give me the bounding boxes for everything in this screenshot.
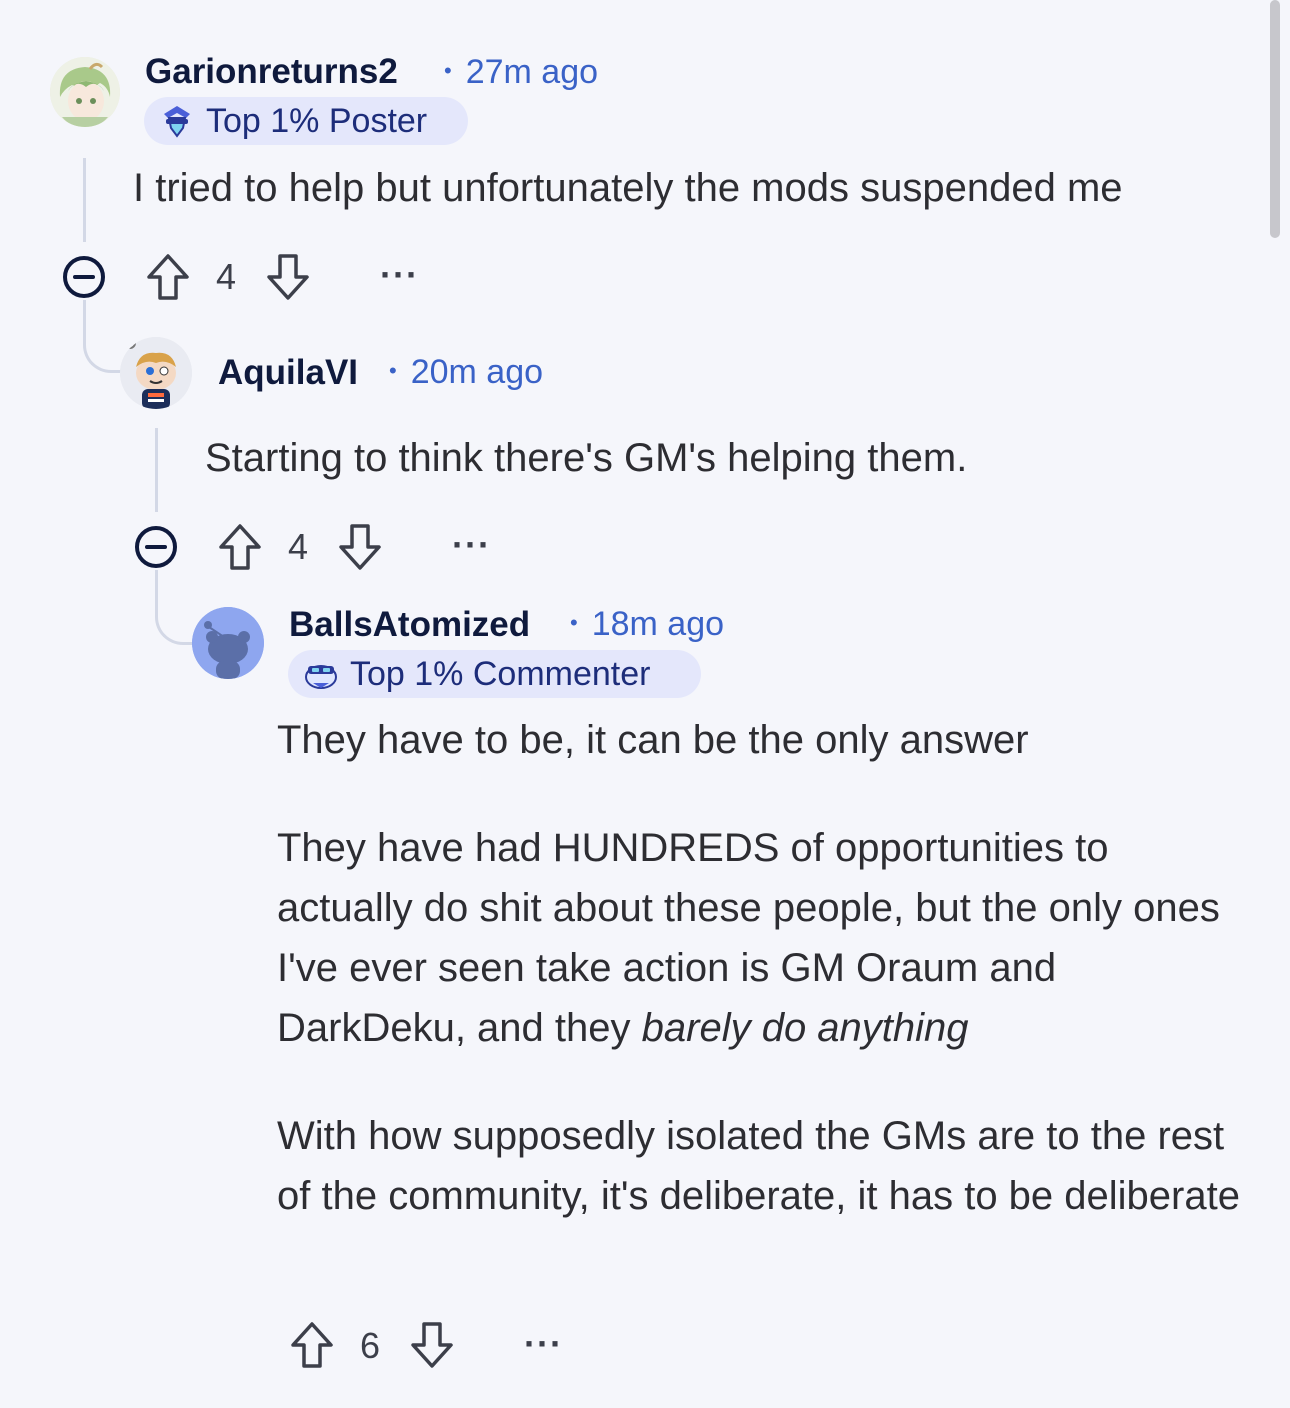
collapse-button[interactable] [133, 524, 179, 570]
thread-connector [83, 300, 122, 373]
comment-paragraph: I tried to help but unfortunately the mo… [133, 166, 1123, 210]
flair-label: Top 1% Commenter [350, 654, 651, 693]
timestamp-text: 20m ago [410, 353, 544, 391]
user-flair: Top 1% Poster [144, 97, 468, 145]
upvote-button[interactable] [288, 1320, 336, 1370]
username[interactable]: BallsAtomized [289, 605, 530, 645]
emphasized-text: barely do anything [641, 1006, 969, 1050]
downvote-button[interactable] [264, 252, 312, 302]
timestamp-text: 18m ago [591, 605, 725, 643]
thread-connector [155, 570, 194, 645]
green-hair-anime-avatar-icon [50, 57, 120, 127]
separator-dot: • [570, 610, 578, 636]
top-poster-icon [164, 106, 190, 138]
comment-paragraph: Starting to think there's GM's helping t… [205, 436, 968, 480]
separator-dot: • [444, 58, 452, 84]
top-commenter-icon [305, 665, 337, 689]
comment-timestamp: • 27m ago [444, 53, 598, 92]
downvote-arrow-icon [411, 1322, 453, 1368]
collapse-minus-icon [135, 526, 177, 568]
timestamp-text: 27m ago [465, 53, 599, 91]
upvote-arrow-icon [291, 1322, 333, 1368]
comment-timestamp: • 20m ago [389, 353, 543, 392]
downvote-arrow-icon [267, 254, 309, 300]
comment-paragraph: They have had HUNDREDS of opportunities … [277, 818, 1242, 1058]
downvote-button[interactable] [408, 1320, 456, 1370]
downvote-arrow-icon [339, 524, 381, 570]
vote-count: 4 [216, 256, 237, 297]
comment-body: I tried to help but unfortunately the mo… [133, 158, 1253, 218]
upvote-arrow-icon [219, 524, 261, 570]
avatar[interactable] [120, 337, 192, 409]
snoo-cartoon-avatar-icon [120, 337, 192, 409]
more-options-button[interactable]: ··· [452, 524, 491, 566]
username[interactable]: Garionreturns2 [145, 52, 398, 92]
flair-label: Top 1% Poster [206, 101, 428, 140]
scrollbar[interactable] [1270, 0, 1280, 238]
thread-line[interactable] [155, 428, 158, 512]
more-options-button[interactable]: ··· [380, 254, 419, 296]
upvote-button[interactable] [144, 252, 192, 302]
comment-body: They have to be, it can be the only answ… [277, 710, 1242, 1226]
avatar[interactable] [50, 57, 120, 127]
thread-line[interactable] [83, 158, 86, 242]
vote-count: 6 [360, 1325, 381, 1366]
default-snoo-avatar-icon [192, 607, 264, 679]
upvote-arrow-icon [147, 254, 189, 300]
downvote-button[interactable] [336, 522, 384, 572]
comment-body: Starting to think there's GM's helping t… [205, 428, 1245, 488]
more-options-button[interactable]: ··· [524, 1323, 563, 1365]
comment-paragraph: They have to be, it can be the only answ… [277, 718, 1029, 762]
collapse-button[interactable] [61, 254, 107, 300]
user-flair: Top 1% Commenter [288, 650, 701, 698]
upvote-button[interactable] [216, 522, 264, 572]
collapse-minus-icon [63, 256, 105, 298]
comment-paragraph: With how supposedly isolated the GMs are… [277, 1114, 1240, 1218]
separator-dot: • [389, 358, 397, 384]
username[interactable]: AquilaVI [218, 353, 358, 393]
comment-timestamp: • 18m ago [570, 605, 724, 644]
avatar[interactable] [192, 607, 264, 679]
vote-count: 4 [288, 526, 309, 567]
